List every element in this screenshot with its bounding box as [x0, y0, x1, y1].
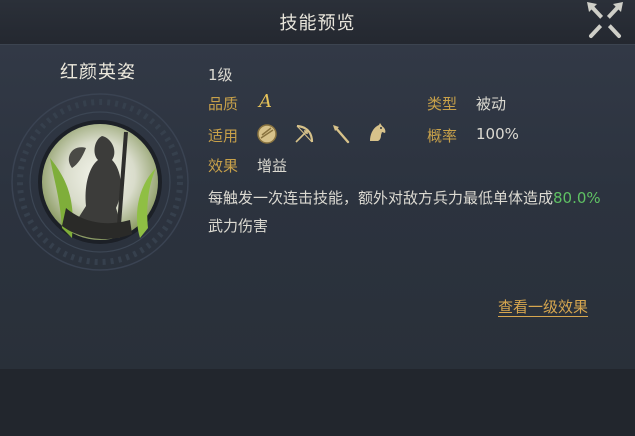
type-value: 被动 — [476, 95, 507, 113]
desc-text: 每触发一次连击技能，额外对敌方兵力最低单体造成 — [208, 189, 554, 207]
skill-description: 每触发一次连击技能，额外对敌方兵力最低单体造成80.0% 武力伤害 — [208, 184, 608, 240]
spear-icon — [333, 125, 350, 144]
quality-value: A — [259, 91, 272, 112]
effect-label: 效果 — [208, 157, 239, 175]
effect-value: 增益 — [257, 157, 288, 175]
view-level1-effect-link[interactable]: 查看一级效果 — [498, 296, 588, 317]
close-icon[interactable] — [583, 0, 627, 42]
desc-suffix: 武力伤害 — [208, 217, 269, 235]
quality-label: 品质 — [208, 95, 239, 113]
horse-icon — [370, 123, 386, 141]
applicable-label: 适用 — [208, 127, 239, 145]
skill-level: 1级 — [208, 66, 233, 84]
bottom-strip — [0, 369, 635, 436]
bow-icon — [295, 124, 314, 143]
rate-value: 100% — [476, 125, 519, 143]
skill-portrait — [11, 93, 189, 271]
type-label: 类型 — [427, 95, 458, 113]
page-title: 技能预览 — [279, 13, 356, 34]
rate-label: 概率 — [427, 127, 458, 145]
shield-icon — [257, 124, 277, 144]
damage-percent: 80.0% — [553, 189, 601, 207]
skill-name: 红颜英姿 — [60, 62, 136, 83]
